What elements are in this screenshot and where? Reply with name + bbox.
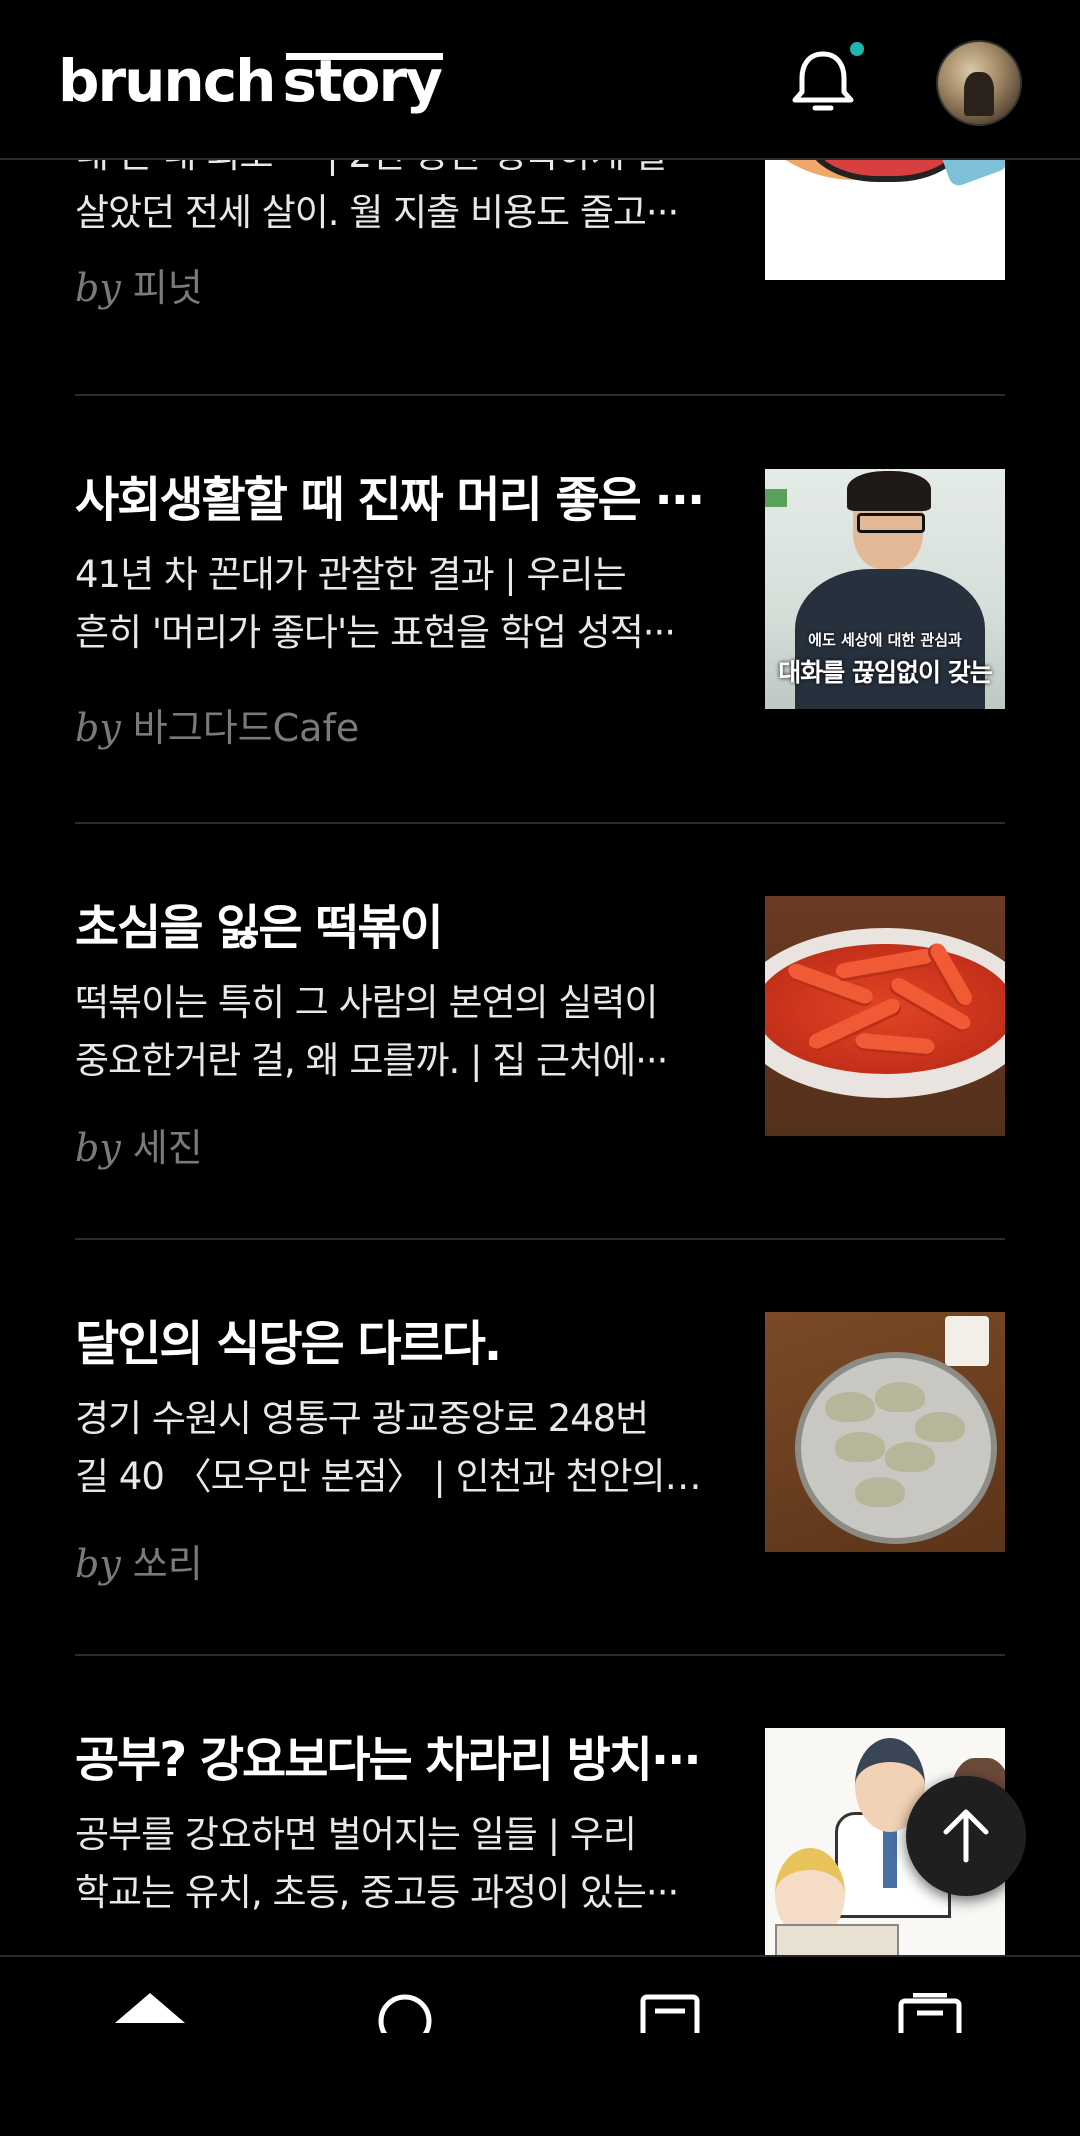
thumbnail-caption: 대화를 끊임없이 갖는 [778,658,992,687]
app-header: brunch story [0,0,1080,160]
article-excerpt: 경기 수원시 영통구 광교중앙로 248번 길 40 〈모우만 본점〉 | 인천… [75,1397,705,1498]
article-excerpt: 떡볶이는 특히 그 사람의 본연의 실력이 중요한거란 걸, 왜 모를까. | … [75,981,668,1082]
search-icon [378,1994,432,2033]
scroll-to-top-button[interactable] [906,1776,1026,1896]
article-item[interactable]: 공부? 강요보다는 차라리 방치··· 공부를 강요하면 벌어지는 일들 | 우… [75,1720,1005,2136]
home-icon [115,1993,185,2023]
article-title[interactable]: 초심을 잃은 떡볶이 [75,888,705,968]
article-byline: by 피넛 [75,258,203,318]
library-icon [898,1993,962,2033]
by-label: by [75,266,121,310]
article-excerpt: 41년 차 꼰대가 관찰한 결과 | 우리는 흔히 '머리가 좋다'는 표현을 … [75,553,676,654]
nav-home[interactable] [60,1957,240,2033]
article-excerpt: 공부를 강요하면 벌어지는 일들 | 우리 학교는 유치, 초등, 중고등 과정… [75,1813,679,1914]
article-title[interactable]: 사회생활할 때 진짜 머리 좋은 ··· [75,460,705,540]
divider [75,1238,1005,1240]
article-item[interactable]: 초심을 잃은 떡볶이 떡볶이는 특히 그 사람의 본연의 실력이 중요한거란 걸… [75,888,1005,1304]
drawer-icon [640,1994,700,2033]
article-byline: by 쏘리 [75,1534,203,1594]
notification-dot [850,42,864,56]
by-label: by [75,1542,121,1586]
article-item[interactable]: 달인의 식당은 다르다. 경기 수원시 영통구 광교중앙로 248번 길 40 … [75,1304,1005,1720]
article-title[interactable]: 공부? 강요보다는 차라리 방치··· [75,1720,705,1800]
article-thumbnail[interactable] [765,1312,1005,1552]
divider [75,394,1005,396]
profile-avatar[interactable] [936,40,1022,126]
brunch-story-logo[interactable]: brunch story [58,44,443,118]
nav-drawer[interactable] [580,1957,760,2033]
article-thumbnail[interactable]: 에도 세상에 대한 관심과 대화를 끊임없이 갖는 [765,469,1005,709]
article-title[interactable]: 달인의 식당은 다르다. [75,1304,705,1384]
article-byline: by 바그다드Cafe [75,698,359,758]
nav-library[interactable] [840,1957,1020,2033]
by-label: by [75,706,121,750]
author-name[interactable]: 피넛 [133,266,203,310]
divider [75,1654,1005,1656]
author-name[interactable]: 바그다드Cafe [133,706,359,750]
article-byline: by 세진 [75,1118,203,1178]
arrow-up-icon [943,1809,989,1863]
thumbnail-caption: 에도 세상에 대한 관심과 [808,631,962,649]
author-name[interactable]: 세진 [133,1126,203,1170]
article-thumbnail[interactable] [765,896,1005,1136]
by-label: by [75,1126,121,1170]
nav-search[interactable] [315,1957,495,2033]
bell-icon[interactable] [786,42,864,118]
divider [75,822,1005,824]
bottom-navigation [0,1955,1080,2033]
author-name[interactable]: 쏘리 [133,1542,203,1586]
article-item[interactable]: 사회생활할 때 진짜 머리 좋은 ··· 41년 차 꼰대가 관찰한 결과 | … [75,460,1005,876]
